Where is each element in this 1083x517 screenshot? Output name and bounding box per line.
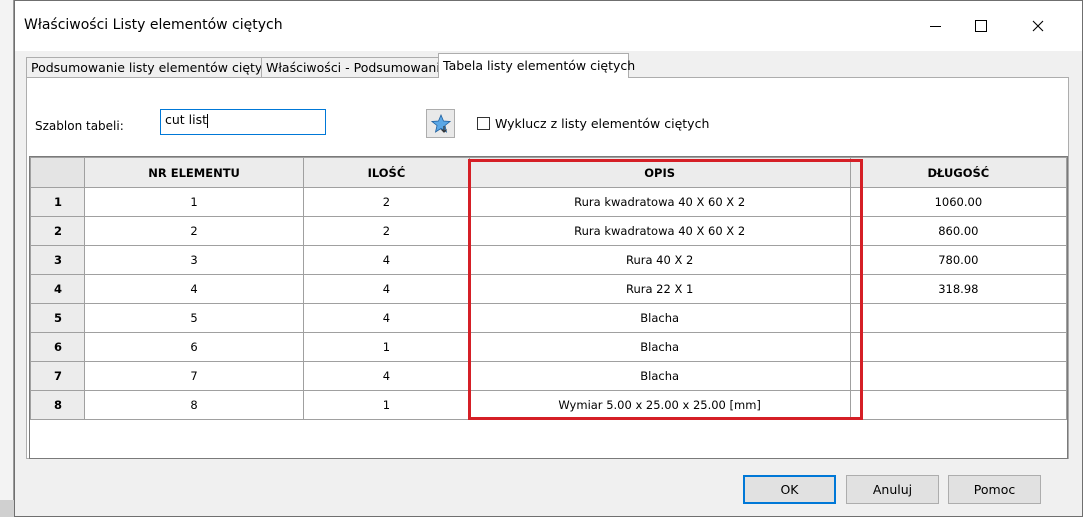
tab-cut-list-summary[interactable]: Podsumowanie listy elementów ciętych xyxy=(26,57,277,77)
row-header[interactable]: 6 xyxy=(30,332,85,362)
cell-length[interactable]: 860.00 xyxy=(849,216,1067,246)
table-row: 7 7 4 Blacha xyxy=(30,361,1067,391)
cell-qty[interactable]: 4 xyxy=(303,361,470,391)
minimize-button[interactable] xyxy=(912,1,958,51)
cell-desc[interactable]: Wymiar 5.00 x 25.00 x 25.00 [mm] xyxy=(468,390,851,420)
template-input[interactable]: cut list xyxy=(160,109,326,135)
table-row: 1 1 2 Rura kwadratowa 40 X 60 X 2 1060.0… xyxy=(30,187,1067,217)
background-window-edge xyxy=(0,0,14,517)
cell-desc[interactable]: Blacha xyxy=(468,361,851,391)
table-row: 3 3 4 Rura 40 X 2 780.00 xyxy=(30,245,1067,275)
cell-desc[interactable]: Rura 22 X 1 xyxy=(468,274,851,304)
close-icon xyxy=(1032,20,1044,32)
row-header[interactable]: 2 xyxy=(30,216,85,246)
title-bar: Właściwości Listy elementów ciętych xyxy=(15,1,1082,51)
star-template-icon xyxy=(430,113,451,133)
column-header-qty[interactable]: ILOŚĆ xyxy=(303,157,470,188)
minimize-icon xyxy=(929,25,941,27)
cell-qty[interactable]: 1 xyxy=(303,390,470,420)
template-browse-button[interactable] xyxy=(426,109,455,138)
table-header-row: NR ELEMENTU ILOŚĆ OPIS DŁUGOŚĆ xyxy=(30,157,1067,188)
cell-length[interactable]: 1060.00 xyxy=(849,187,1067,217)
cell-qty[interactable]: 2 xyxy=(303,216,470,246)
exclude-checkbox-row[interactable]: Wyklucz z listy elementów ciętych xyxy=(477,116,709,131)
cell-desc[interactable]: Rura kwadratowa 40 X 60 X 2 xyxy=(468,216,851,246)
table-row: 5 5 4 Blacha xyxy=(30,303,1067,333)
cell-length[interactable]: 780.00 xyxy=(849,245,1067,275)
row-header[interactable]: 1 xyxy=(30,187,85,217)
tab-panel: Szablon tabeli: cut list Wyklucz z listy… xyxy=(26,77,1069,459)
maximize-button[interactable] xyxy=(958,1,1004,51)
cell-length[interactable] xyxy=(849,332,1067,362)
cell-length[interactable] xyxy=(849,390,1067,420)
cell-qty[interactable]: 4 xyxy=(303,303,470,333)
table-row: 6 6 1 Blacha xyxy=(30,332,1067,362)
maximize-icon xyxy=(975,20,987,32)
cell-nr[interactable]: 2 xyxy=(83,216,305,246)
table-corner-cell[interactable] xyxy=(30,157,85,188)
tab-cut-list-table[interactable]: Tabela listy elementów ciętych xyxy=(438,53,635,78)
cell-nr[interactable]: 4 xyxy=(83,274,305,304)
text-caret xyxy=(207,113,209,128)
ok-button[interactable]: OK xyxy=(743,475,836,504)
cell-desc[interactable]: Blacha xyxy=(468,332,851,362)
row-header[interactable]: 5 xyxy=(30,303,85,333)
cell-length[interactable] xyxy=(849,361,1067,391)
cell-qty[interactable]: 2 xyxy=(303,187,470,217)
exclude-checkbox[interactable] xyxy=(477,117,490,130)
close-button[interactable] xyxy=(1015,1,1061,51)
column-header-length[interactable]: DŁUGOŚĆ xyxy=(849,157,1067,188)
cell-nr[interactable]: 5 xyxy=(83,303,305,333)
tab-properties-summary[interactable]: Właściwości - Podsumowanie xyxy=(261,57,448,77)
exclude-checkbox-label: Wyklucz z listy elementów ciętych xyxy=(495,116,710,131)
cell-length[interactable]: 318.98 xyxy=(849,274,1067,304)
cell-qty[interactable]: 4 xyxy=(303,245,470,275)
row-header[interactable]: 4 xyxy=(30,274,85,304)
help-button[interactable]: Pomoc xyxy=(948,475,1041,504)
cut-list-table: NR ELEMENTU ILOŚĆ OPIS DŁUGOŚĆ 1 1 2 Rur… xyxy=(29,156,1068,459)
template-input-value: cut list xyxy=(165,112,208,127)
cell-length[interactable] xyxy=(849,303,1067,333)
row-header[interactable]: 3 xyxy=(30,245,85,275)
window-title: Właściwości Listy elementów ciętych xyxy=(24,17,283,33)
cell-qty[interactable]: 4 xyxy=(303,274,470,304)
table-row: 4 4 4 Rura 22 X 1 318.98 xyxy=(30,274,1067,304)
cancel-button[interactable]: Anuluj xyxy=(846,475,939,504)
dialog-window: Właściwości Listy elementów ciętych Pods… xyxy=(14,0,1083,517)
row-header[interactable]: 8 xyxy=(30,390,85,420)
cell-desc[interactable]: Blacha xyxy=(468,303,851,333)
cell-desc[interactable]: Rura kwadratowa 40 X 60 X 2 xyxy=(468,187,851,217)
row-header[interactable]: 7 xyxy=(30,361,85,391)
column-header-desc[interactable]: OPIS xyxy=(468,157,851,188)
table-row: 2 2 2 Rura kwadratowa 40 X 60 X 2 860.00 xyxy=(30,216,1067,246)
cell-nr[interactable]: 8 xyxy=(83,390,305,420)
cell-nr[interactable]: 3 xyxy=(83,245,305,275)
cell-nr[interactable]: 6 xyxy=(83,332,305,362)
cell-nr[interactable]: 1 xyxy=(83,187,305,217)
column-header-nr[interactable]: NR ELEMENTU xyxy=(83,157,305,188)
cell-desc[interactable]: Rura 40 X 2 xyxy=(468,245,851,275)
cell-nr[interactable]: 7 xyxy=(83,361,305,391)
cell-qty[interactable]: 1 xyxy=(303,332,470,362)
template-label: Szablon tabeli: xyxy=(35,119,124,133)
table-row: 8 8 1 Wymiar 5.00 x 25.00 x 25.00 [mm] xyxy=(30,390,1067,420)
